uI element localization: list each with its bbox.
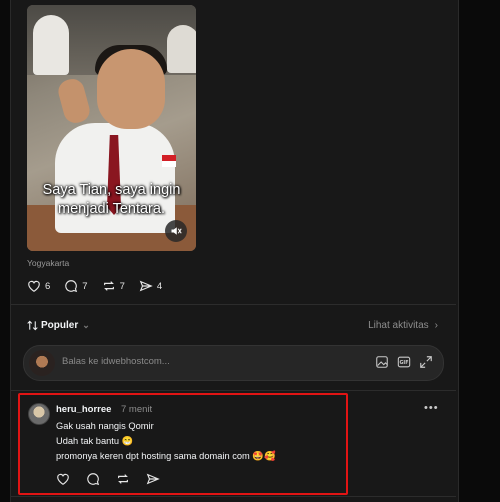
repost-icon <box>103 281 114 291</box>
comment-actions <box>56 472 176 486</box>
gif-icon[interactable]: GIF <box>397 355 411 369</box>
composer-tools: GIF <box>367 355 433 369</box>
divider <box>11 390 456 391</box>
expand-icon[interactable] <box>419 355 433 369</box>
video-caption-line1: Saya Tian, saya ingin <box>42 182 181 198</box>
post-actions: 6 7 7 4 <box>27 278 176 294</box>
post-video[interactable]: Saya Tian, saya ingin menjadi Tentara. <box>27 5 196 251</box>
chevron-right-icon: › <box>434 320 438 331</box>
sort-selector[interactable]: Populer ⌄ <box>27 320 90 331</box>
video-scene-head <box>97 49 165 129</box>
comment-username[interactable]: heru_horree <box>56 404 111 415</box>
mute-icon[interactable] <box>165 220 187 242</box>
repost-icon[interactable] <box>116 472 130 486</box>
heart-icon <box>28 280 40 292</box>
divider <box>11 304 456 305</box>
video-caption: Saya Tian, saya ingin menjadi Tentara. <box>27 181 196 219</box>
chevron-down-icon: ⌄ <box>82 320 90 330</box>
view-activity-link[interactable]: Lihat aktivitas › <box>368 320 438 331</box>
video-scene-kid-left <box>33 15 69 75</box>
comment-item: heru_horree 7 menit Gak usah nangis Qomi… <box>18 393 348 495</box>
video-scene-flag <box>162 155 176 167</box>
share-button[interactable]: 4 <box>139 279 162 293</box>
comment-text-line3: promonya keren dpt hosting sama domain c… <box>56 451 276 461</box>
send-icon <box>139 280 153 292</box>
send-icon[interactable] <box>146 472 160 486</box>
repost-count: 7 <box>119 280 125 292</box>
comment-icon[interactable] <box>86 472 100 486</box>
comment-icon <box>65 280 78 293</box>
comment-button[interactable]: 7 <box>64 279 88 293</box>
activity-label: Lihat aktivitas <box>368 320 429 331</box>
post-location[interactable]: Yogyakarta <box>27 258 69 268</box>
heart-icon[interactable] <box>56 472 70 486</box>
more-options-icon[interactable]: ••• <box>424 402 439 414</box>
share-count: 4 <box>156 280 163 292</box>
image-icon[interactable] <box>375 355 389 369</box>
video-scene-hand <box>55 76 93 126</box>
video-scene-kid-right <box>167 25 196 73</box>
divider <box>11 496 456 497</box>
svg-text:GIF: GIF <box>400 360 409 366</box>
reply-composer[interactable]: Balas ke idwebhostcom... GIF <box>23 345 444 381</box>
video-caption-line2: menjadi Tentara. <box>58 201 165 217</box>
comment-timestamp: 7 menit <box>121 404 153 415</box>
comment-text-line2: Udah tak bantu 😁 <box>56 436 134 446</box>
reply-input[interactable]: Balas ke idwebhostcom... <box>62 356 170 367</box>
repost-button[interactable]: 7 <box>102 279 125 293</box>
avatar <box>29 350 55 376</box>
comment-text-line1: Gak usah nangis Qomir <box>56 421 154 431</box>
comment-count: 7 <box>82 280 88 292</box>
sort-icon <box>27 320 38 331</box>
like-button[interactable]: 6 <box>27 279 50 293</box>
sort-label: Populer <box>41 320 79 331</box>
avatar[interactable] <box>28 403 50 425</box>
like-count: 6 <box>45 280 51 292</box>
